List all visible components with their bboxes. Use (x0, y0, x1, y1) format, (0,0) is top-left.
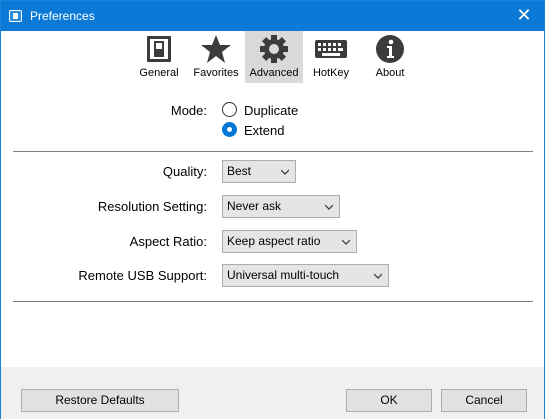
app-icon (9, 10, 22, 22)
tab-favorites-label: Favorites (193, 67, 239, 79)
toolbar: General Favorites Advanced HotKey About (1, 31, 544, 84)
ok-button[interactable]: OK (346, 389, 432, 412)
usb-select[interactable]: Universal multi-touch (222, 264, 389, 287)
quality-label: Quality: (162, 164, 207, 179)
window-title: Preferences (30, 9, 95, 23)
preferences-window: Preferences ✕ General Favorites Advanced… (0, 0, 545, 419)
mode-extend-radio[interactable] (222, 122, 237, 137)
aspect-value: Keep aspect ratio (227, 234, 321, 248)
switch-icon (147, 36, 171, 62)
title-bar[interactable]: Preferences ✕ (1, 1, 544, 31)
gear-icon (260, 35, 288, 63)
mode-extend-label[interactable]: Extend (244, 123, 284, 138)
aspect-select[interactable]: Keep aspect ratio (222, 230, 357, 253)
mode-label: Mode: (170, 103, 207, 118)
tab-advanced-label: Advanced (249, 67, 299, 79)
tab-hotkey[interactable]: HotKey (307, 31, 355, 83)
mode-duplicate-label[interactable]: Duplicate (244, 103, 298, 118)
section-divider (13, 151, 533, 152)
chevron-down-icon (374, 273, 382, 279)
mode-duplicate-radio[interactable] (222, 102, 237, 117)
keyboard-icon (315, 40, 347, 58)
close-icon[interactable]: ✕ (504, 1, 544, 31)
tab-favorites[interactable]: Favorites (189, 31, 243, 83)
aspect-label: Aspect Ratio: (129, 234, 207, 249)
advanced-panel: Mode: Duplicate Extend Quality: Best Res… (1, 84, 544, 367)
tab-hotkey-label: HotKey (312, 67, 350, 79)
button-bar: Restore Defaults OK Cancel (1, 367, 544, 419)
usb-label: Remote USB Support: (78, 268, 207, 283)
chevron-down-icon (342, 239, 350, 245)
chevron-down-icon (325, 204, 333, 210)
restore-defaults-button[interactable]: Restore Defaults (21, 389, 179, 412)
quality-select[interactable]: Best (222, 160, 296, 183)
info-icon (376, 35, 404, 63)
tab-about[interactable]: About (367, 31, 413, 83)
tab-general-label: General (139, 67, 179, 79)
resolution-label: Resolution Setting: (97, 199, 207, 214)
resolution-value: Never ask (227, 199, 282, 213)
chevron-down-icon (281, 169, 289, 175)
section-divider (13, 301, 533, 302)
usb-value: Universal multi-touch (227, 268, 340, 282)
tab-about-label: About (375, 67, 405, 79)
cancel-button[interactable]: Cancel (441, 389, 527, 412)
resolution-select[interactable]: Never ask (222, 195, 340, 218)
quality-value: Best (227, 164, 252, 178)
star-icon (201, 35, 231, 63)
tab-general[interactable]: General (134, 31, 184, 83)
tab-advanced[interactable]: Advanced (245, 31, 303, 83)
